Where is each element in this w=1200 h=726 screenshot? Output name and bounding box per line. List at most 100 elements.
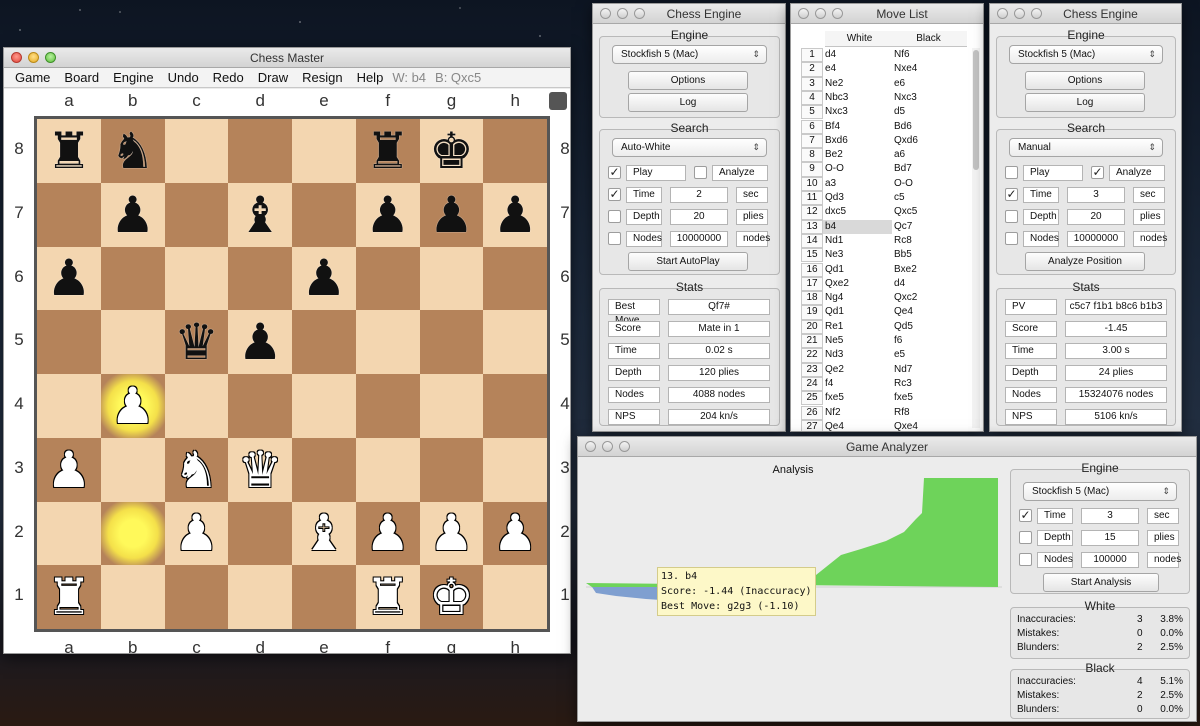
white-knight-icon[interactable]: ♞ [174,445,219,495]
black-move[interactable]: d4 [892,277,961,291]
move-number[interactable]: 20 [801,319,823,334]
analyze-position-button[interactable]: Analyze Position [1025,252,1145,271]
square-a6[interactable]: ♟ [37,246,101,311]
nodes-input[interactable]: 100000 [1081,552,1139,568]
square-h8[interactable] [483,119,547,183]
white-move[interactable]: Ne2 [823,77,892,91]
black-pawn-icon[interactable]: ♟ [429,190,474,240]
move-number[interactable]: 26 [801,405,823,420]
square-b7[interactable]: ♟ [100,182,165,247]
black-pawn-icon[interactable]: ♟ [46,253,91,303]
white-move[interactable]: Qd3 [823,191,892,205]
square-g2[interactable]: ♟ [419,501,484,566]
move-number[interactable]: 12 [801,205,823,220]
square-g8[interactable]: ♚ [419,119,484,183]
black-move[interactable]: a6 [892,148,961,162]
square-c2[interactable]: ♟ [164,501,229,566]
menu-undo[interactable]: Undo [168,70,199,85]
move-row[interactable]: 24 f4 Rc3 [801,376,961,392]
move-row[interactable]: 18 Ng4 Qxc2 [801,291,961,306]
close-button[interactable] [585,441,596,452]
move-number[interactable]: 13 [801,219,823,234]
engine-select[interactable]: Stockfish 5 (Mac) ⇕ [1009,45,1163,64]
move-number[interactable]: 25 [801,391,823,406]
square-f6[interactable] [355,246,420,311]
square-g7[interactable]: ♟ [419,182,484,247]
white-move[interactable]: Qe4 [823,420,892,431]
move-row[interactable]: 4 Nbc3 Nxc3 [801,90,961,106]
zoom-button[interactable] [634,8,645,19]
white-pawn-icon[interactable]: ♟ [110,381,155,431]
move-row[interactable]: 8 Be2 a6 [801,148,961,163]
black-pawn-icon[interactable]: ♟ [238,317,283,367]
square-b4[interactable]: ♟ [100,374,165,438]
square-e5[interactable] [292,310,356,374]
play-checkbox[interactable]: ✓ [608,166,621,179]
square-b6[interactable] [100,246,165,311]
square-e3[interactable] [292,437,356,502]
square-b3[interactable] [100,437,165,502]
white-move[interactable]: Qe2 [823,363,892,377]
black-move[interactable]: Bxe2 [892,263,961,277]
white-rook-icon[interactable]: ♜ [46,572,91,622]
square-f4[interactable] [355,374,420,438]
move-number[interactable]: 11 [801,191,823,206]
square-e8[interactable] [292,119,356,183]
move-row[interactable]: 19 Qd1 Qe4 [801,305,961,320]
square-d4[interactable] [228,374,292,438]
engine-right-titlebar[interactable]: Chess Engine [990,4,1181,24]
square-c7[interactable] [164,182,229,247]
engine-select[interactable]: Stockfish 5 (Mac) ⇕ [612,45,767,64]
move-number[interactable]: 2 [801,62,823,77]
move-number[interactable]: 16 [801,262,823,277]
chess-master-titlebar[interactable]: Chess Master [4,48,570,68]
move-number[interactable]: 1 [801,48,823,63]
move-number[interactable]: 4 [801,90,823,106]
white-bishop-icon[interactable]: ♝ [301,508,346,558]
menu-engine[interactable]: Engine [113,70,153,85]
square-d3[interactable]: ♛ [228,437,292,502]
depth-checkbox[interactable] [1005,210,1018,223]
move-number[interactable]: 27 [801,419,823,431]
move-number[interactable]: 23 [801,362,823,377]
move-row[interactable]: 14 Nd1 Rc8 [801,233,961,249]
black-bishop-icon[interactable]: ♝ [238,190,283,240]
move-number[interactable]: 21 [801,334,823,349]
white-move[interactable]: Ne5 [823,334,892,348]
black-move[interactable]: O-O [892,177,961,191]
analysis-graph[interactable]: 13. b4 Score: -1.44 (Inaccuracy) Best Mo… [586,475,1002,716]
white-move[interactable]: Be2 [823,148,892,162]
mode-select[interactable]: Auto-White ⇕ [612,138,767,157]
time-input[interactable]: 2 [670,187,728,203]
move-number[interactable]: 5 [801,105,823,120]
minimize-button[interactable] [602,441,613,452]
move-row[interactable]: 25 fxe5 fxe5 [801,391,961,406]
minimize-button[interactable] [617,8,628,19]
square-e4[interactable] [292,374,356,438]
square-f7[interactable]: ♟ [355,182,420,247]
black-move[interactable]: Nd7 [892,363,961,377]
start-autoplay-button[interactable]: Start AutoPlay [628,252,748,271]
options-button[interactable]: Options [1025,71,1145,90]
time-checkbox[interactable]: ✓ [608,188,621,201]
square-b5[interactable] [100,310,165,374]
column-black[interactable]: Black [894,31,963,46]
move-row[interactable]: 12 dxc5 Qxc5 [801,205,961,220]
move-number[interactable]: 17 [801,276,823,292]
square-h5[interactable] [483,310,547,374]
square-a4[interactable] [37,374,101,438]
black-move[interactable]: e6 [892,77,961,91]
black-move[interactable]: Qc7 [892,220,961,234]
depth-input[interactable]: 20 [670,209,728,225]
move-number[interactable]: 19 [801,305,823,320]
close-button[interactable] [600,8,611,19]
black-move[interactable]: Qxd6 [892,134,961,148]
engine-select[interactable]: Stockfish 5 (Mac) ⇕ [1023,482,1177,501]
move-row[interactable]: 21 Ne5 f6 [801,334,961,349]
square-d2[interactable] [228,501,292,566]
close-button[interactable] [11,52,22,63]
analyze-checkbox[interactable] [694,166,707,179]
white-move[interactable]: Bf4 [823,120,892,134]
close-button[interactable] [997,8,1008,19]
menu-game[interactable]: Game [15,70,50,85]
